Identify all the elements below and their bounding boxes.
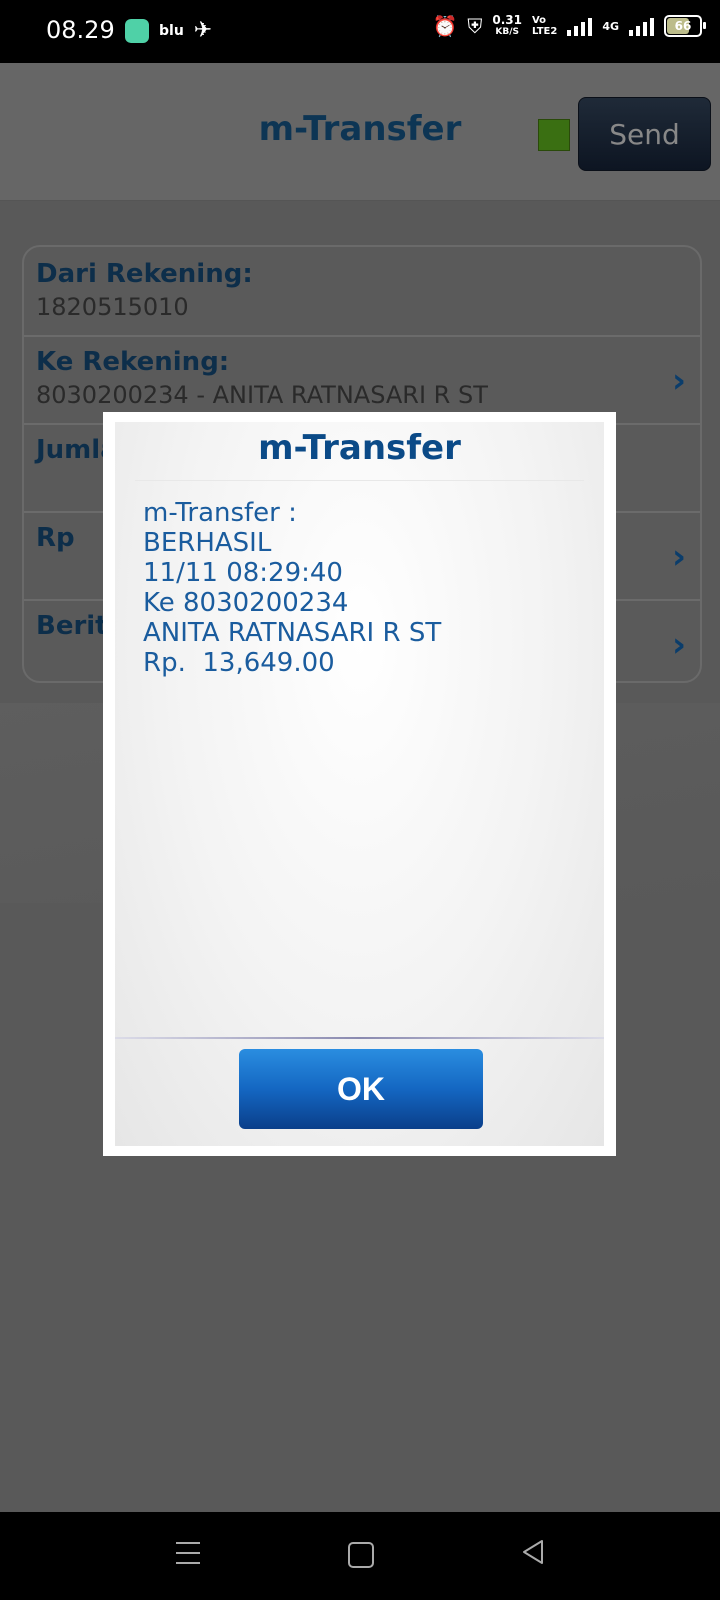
chevron-right-icon: › bbox=[671, 361, 686, 401]
app-notification-icon bbox=[125, 18, 149, 43]
home-icon[interactable] bbox=[348, 1542, 374, 1568]
app-header: m-Transfer Send bbox=[0, 63, 720, 201]
message-line: Rp. 13,649.00 bbox=[143, 648, 335, 678]
message-line: 11/11 08:29:40 bbox=[143, 558, 343, 588]
message-line: ANITA RATNASARI R ST bbox=[143, 618, 442, 648]
volte-indicator: Vo LTE2 bbox=[531, 15, 558, 37]
dialog-body: m-Transfer m-Transfer : BERHASIL 11/11 0… bbox=[115, 422, 604, 1146]
dialog-divider bbox=[135, 480, 584, 481]
dialog-title: m-Transfer bbox=[258, 428, 461, 468]
status-time: 08.29 bbox=[46, 16, 115, 44]
chevron-right-icon: › bbox=[671, 537, 686, 577]
ok-button[interactable]: OK bbox=[239, 1049, 483, 1129]
back-icon[interactable] bbox=[520, 1538, 546, 1566]
signal-strength-icon-2 bbox=[629, 16, 654, 36]
network-speed: 0.31 KB/S bbox=[492, 14, 522, 38]
dialog-footer-divider bbox=[115, 1037, 604, 1039]
notification-icons: blu ✈ bbox=[125, 18, 212, 43]
to-account-label: Ke Rekening: bbox=[36, 347, 230, 377]
recent-apps-icon[interactable] bbox=[176, 1542, 200, 1572]
currency-label: Rp bbox=[36, 523, 75, 553]
xl-carrier-icon: ✈ bbox=[193, 18, 213, 43]
status-indicator bbox=[538, 119, 570, 151]
dialog-message: m-Transfer : BERHASIL 11/11 08:29:40 Ke … bbox=[143, 498, 441, 678]
status-bar: 08.29 blu ✈ ⏰ ⛨ 0.31 KB/S Vo LTE2 4G 66 bbox=[0, 0, 720, 63]
system-status-icons: ⏰ ⛨ 0.31 KB/S Vo LTE2 4G 66 bbox=[432, 14, 706, 38]
message-line: m-Transfer : bbox=[143, 498, 297, 528]
shield-icon: ⛨ bbox=[467, 14, 483, 38]
network-type: 4G bbox=[602, 19, 619, 33]
from-account-label: Dari Rekening: bbox=[36, 259, 253, 289]
network-speed-unit: KB/S bbox=[495, 27, 519, 37]
battery-icon: 66 bbox=[664, 15, 706, 37]
result-dialog: m-Transfer m-Transfer : BERHASIL 11/11 0… bbox=[103, 412, 616, 1156]
battery-level: 66 bbox=[674, 19, 692, 33]
message-line: BERHASIL bbox=[143, 528, 272, 558]
from-account-value: 1820515010 bbox=[36, 293, 189, 321]
send-button[interactable]: Send bbox=[578, 97, 711, 171]
from-account-row: Dari Rekening: 1820515010 bbox=[24, 247, 700, 337]
carrier-label: blu bbox=[159, 22, 184, 39]
chevron-right-icon: › bbox=[671, 625, 686, 665]
to-account-value: 8030200234 - ANITA RATNASARI R ST bbox=[36, 381, 488, 409]
alarm-icon: ⏰ bbox=[432, 14, 458, 38]
navigation-bar bbox=[0, 1512, 720, 1600]
signal-strength-icon bbox=[567, 16, 593, 36]
message-line: Ke 8030200234 bbox=[143, 588, 349, 618]
network-speed-value: 0.31 bbox=[492, 13, 522, 27]
